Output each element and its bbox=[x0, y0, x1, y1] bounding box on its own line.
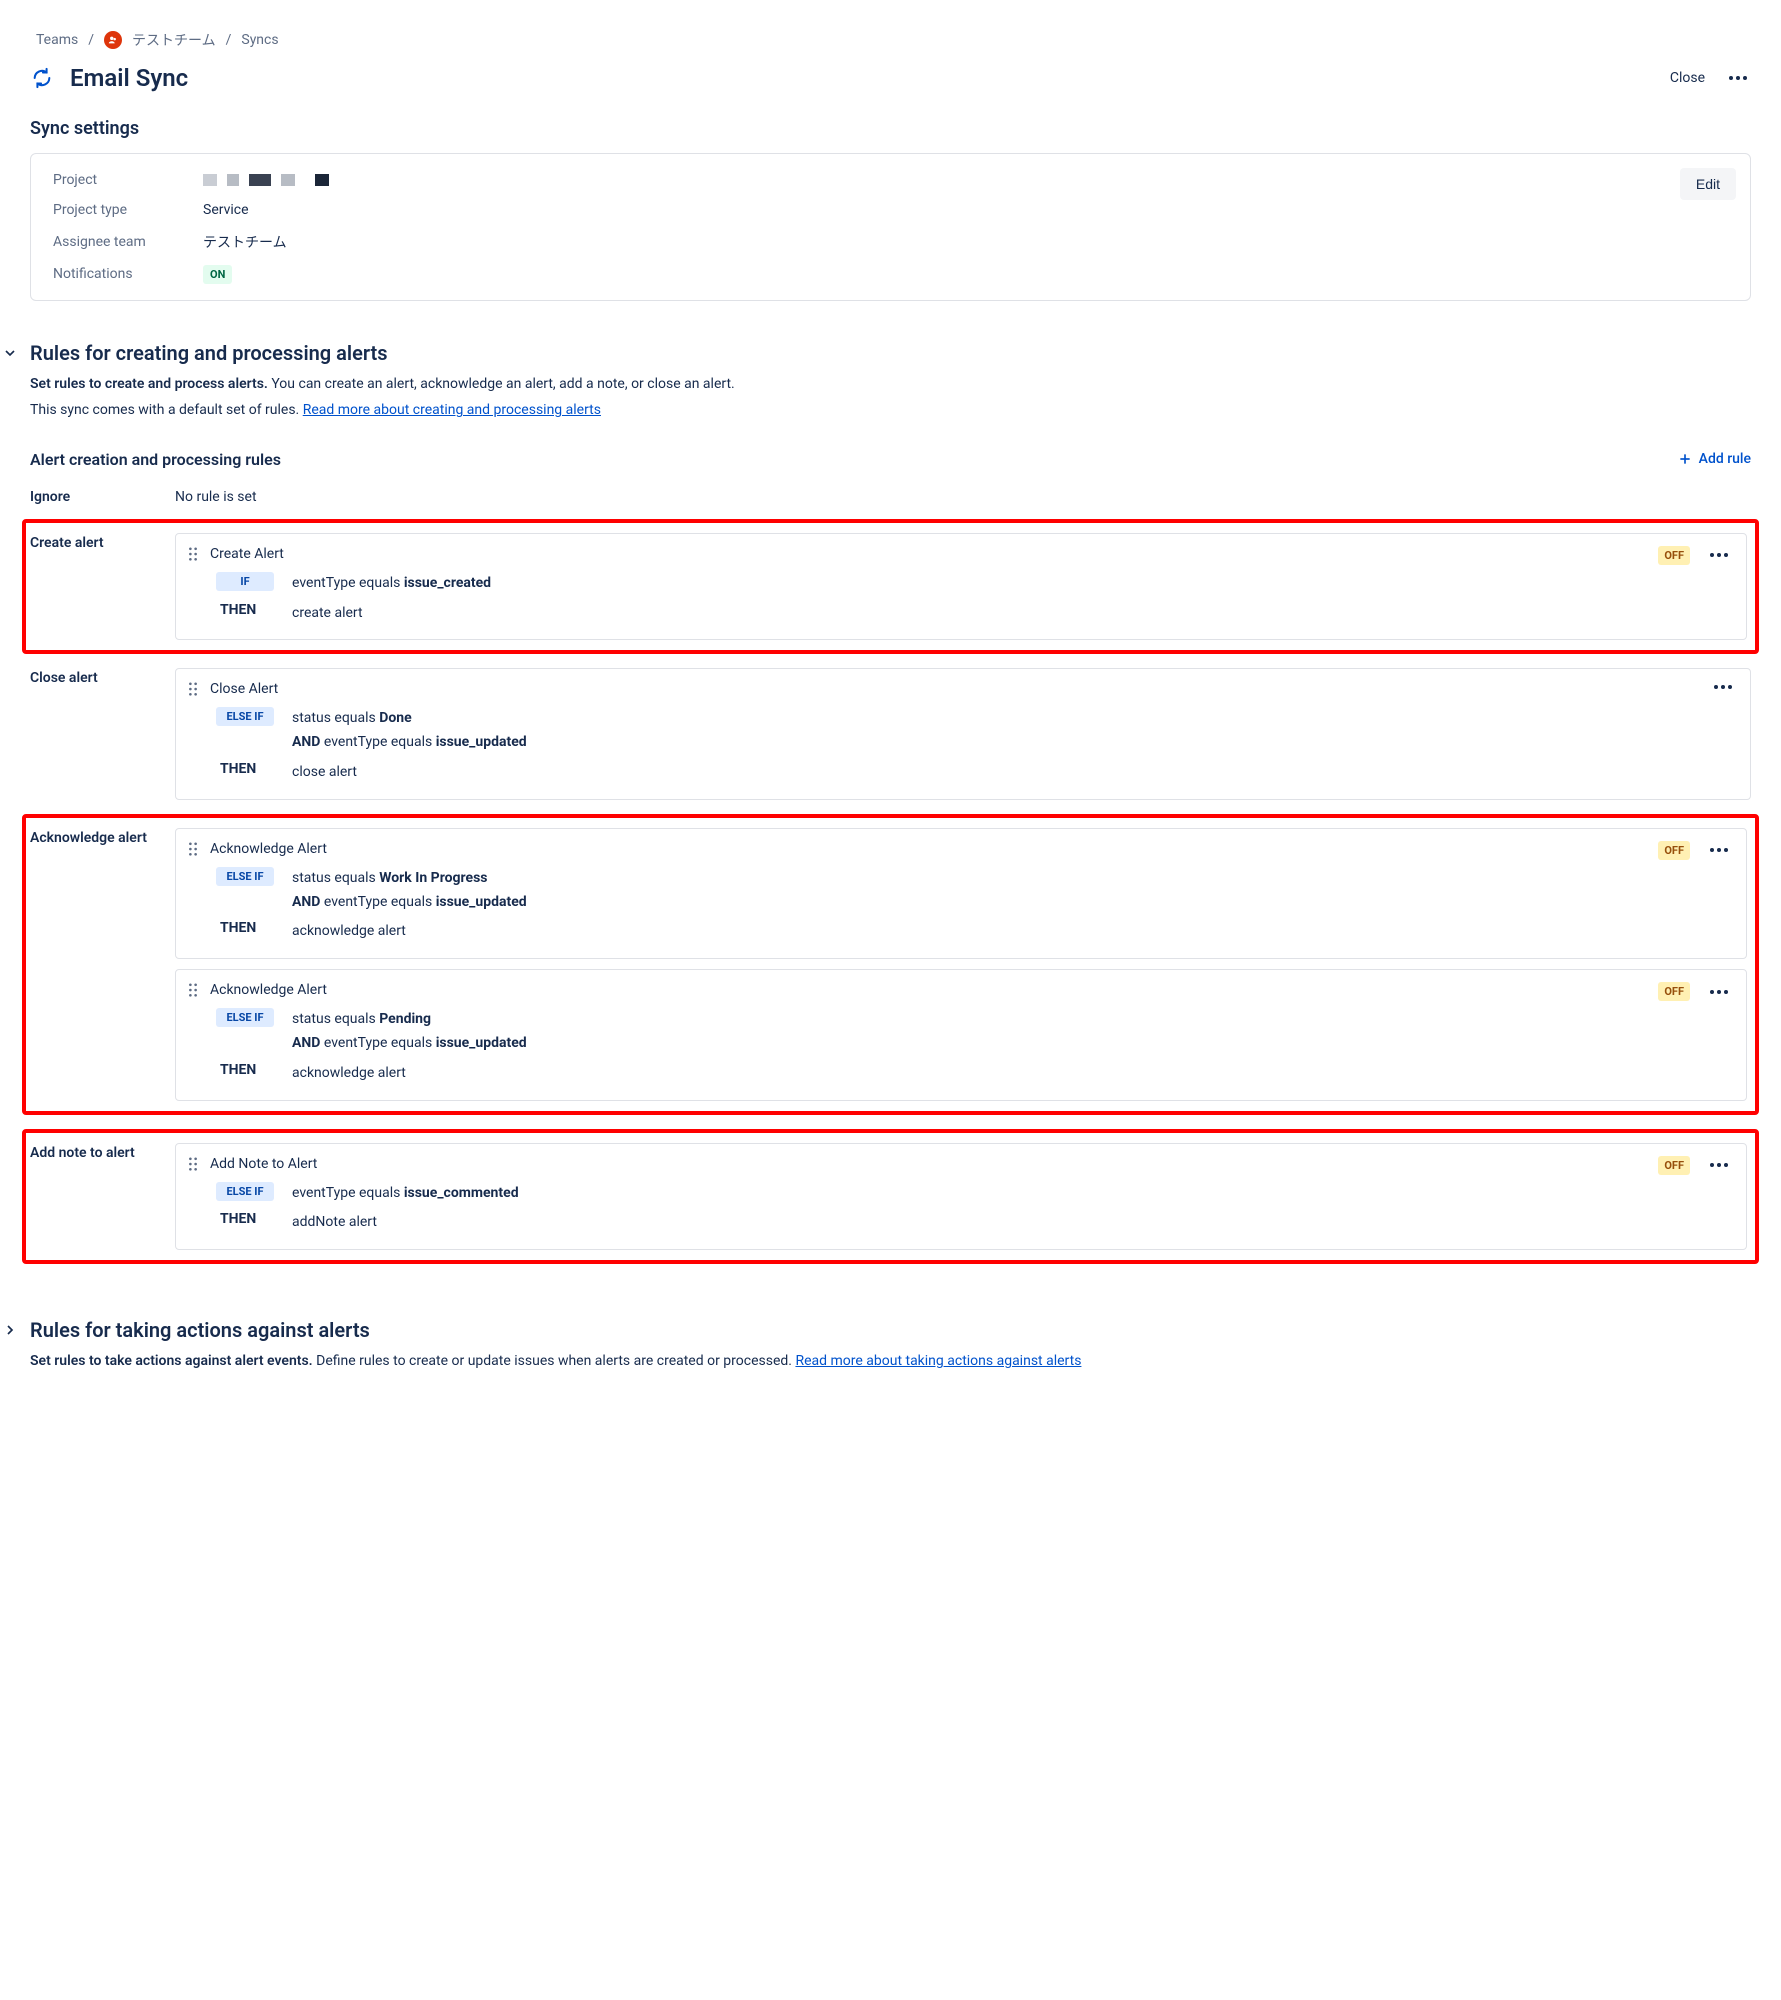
title-row: Email Sync Close bbox=[30, 64, 1751, 92]
if-tag: IF bbox=[216, 572, 274, 591]
settings-heading: Sync settings bbox=[30, 118, 1751, 139]
close-button[interactable]: Close bbox=[1670, 70, 1705, 86]
then-tag: THEN bbox=[216, 920, 274, 936]
off-badge: OFF bbox=[1658, 982, 1690, 1001]
ack-card-1[interactable]: OFF Acknowledge Alert ELSE IF status equ… bbox=[175, 828, 1747, 959]
off-badge: OFF bbox=[1658, 546, 1690, 565]
breadcrumb-sep: / bbox=[226, 32, 232, 48]
if-condition: eventType equals issue_created bbox=[292, 572, 491, 596]
elseif-tag: ELSE IF bbox=[216, 1182, 274, 1201]
assignee-value: テストチーム bbox=[203, 232, 287, 252]
actions-desc: Set rules to take actions against alert … bbox=[30, 1350, 1751, 1372]
elseif-tag: ELSE IF bbox=[216, 1008, 274, 1027]
actions-section: Rules for taking actions against alerts … bbox=[2, 1318, 1751, 1376]
ignore-value: No rule is set bbox=[175, 487, 257, 505]
create-alert-label: Create alert bbox=[30, 533, 175, 551]
note-highlight: Add note to alert OFF Add Note to Alert bbox=[22, 1129, 1759, 1265]
rule-name: Close Alert bbox=[210, 681, 278, 697]
read-more-link[interactable]: Read more about creating and processing … bbox=[303, 402, 601, 418]
rule-name: Create Alert bbox=[210, 546, 284, 562]
off-badge: OFF bbox=[1658, 1156, 1690, 1175]
project-type-label: Project type bbox=[53, 202, 203, 218]
actions-read-more-link[interactable]: Read more about taking actions against a… bbox=[795, 1353, 1081, 1369]
then-action: addNote alert bbox=[292, 1211, 377, 1235]
notifications-label: Notifications bbox=[53, 266, 203, 282]
more-actions-button[interactable] bbox=[1725, 72, 1751, 84]
elseif-tag: ELSE IF bbox=[216, 867, 274, 886]
drag-handle-icon[interactable] bbox=[188, 682, 198, 696]
sync-icon bbox=[30, 66, 54, 90]
drag-handle-icon[interactable] bbox=[188, 547, 198, 561]
create-alert-card[interactable]: OFF Create Alert IF eventType equals iss… bbox=[175, 533, 1747, 641]
page-title: Email Sync bbox=[70, 64, 188, 92]
breadcrumb-teams[interactable]: Teams bbox=[36, 32, 78, 48]
project-label: Project bbox=[53, 172, 203, 188]
team-badge-icon bbox=[104, 31, 122, 49]
note-label: Add note to alert bbox=[30, 1143, 175, 1161]
plus-icon bbox=[1677, 451, 1693, 467]
create-alert-highlight: Create alert OFF Create Alert IF bbox=[22, 519, 1759, 655]
breadcrumb-sep: / bbox=[88, 32, 94, 48]
then-action: close alert bbox=[292, 761, 357, 785]
subsection-title: Alert creation and processing rules bbox=[30, 450, 281, 469]
breadcrumb-team[interactable]: テストチーム bbox=[132, 30, 216, 50]
close-alert-label: Close alert bbox=[30, 668, 175, 686]
ack-highlight: Acknowledge alert OFF Acknowledge Alert bbox=[22, 814, 1759, 1115]
elseif-condition: eventType equals issue_commented bbox=[292, 1182, 519, 1206]
notifications-badge: ON bbox=[203, 265, 232, 284]
close-alert-row: Close alert Close Alert ELSE IF bbox=[30, 668, 1751, 799]
rules-desc-text: You can create an alert, acknowledge an … bbox=[268, 376, 735, 392]
actions-desc-text: Define rules to create or update issues … bbox=[313, 1353, 796, 1369]
breadcrumb-syncs[interactable]: Syncs bbox=[241, 32, 278, 48]
rule-more-button[interactable] bbox=[1706, 549, 1732, 561]
elseif-condition: status equals Pending AND eventType equa… bbox=[292, 1008, 527, 1056]
rule-name: Acknowledge Alert bbox=[210, 841, 327, 857]
rule-more-button[interactable] bbox=[1706, 986, 1732, 998]
rules-desc-bold: Set rules to create and process alerts. bbox=[30, 376, 268, 392]
elseif-condition: status equals Done AND eventType equals … bbox=[292, 707, 527, 755]
rule-more-button[interactable] bbox=[1710, 681, 1736, 693]
ignore-label: Ignore bbox=[30, 487, 175, 505]
then-action: create alert bbox=[292, 602, 363, 626]
then-tag: THEN bbox=[216, 602, 274, 618]
then-tag: THEN bbox=[216, 1062, 274, 1078]
rules-desc-line2: This sync comes with a default set of ru… bbox=[30, 402, 303, 418]
then-action: acknowledge alert bbox=[292, 1062, 406, 1086]
off-badge: OFF bbox=[1658, 841, 1690, 860]
rules-heading: Rules for creating and processing alerts bbox=[30, 341, 1751, 365]
drag-handle-icon[interactable] bbox=[188, 983, 198, 997]
close-alert-card[interactable]: Close Alert ELSE IF status equals Done A… bbox=[175, 668, 1751, 799]
rule-more-button[interactable] bbox=[1706, 844, 1732, 856]
project-value-redacted bbox=[203, 174, 329, 186]
add-rule-button[interactable]: Add rule bbox=[1677, 451, 1751, 467]
drag-handle-icon[interactable] bbox=[188, 842, 198, 856]
drag-handle-icon[interactable] bbox=[188, 1157, 198, 1171]
rule-name: Add Note to Alert bbox=[210, 1156, 317, 1172]
elseif-tag: ELSE IF bbox=[216, 707, 274, 726]
ack-label: Acknowledge alert bbox=[30, 828, 175, 846]
edit-button[interactable]: Edit bbox=[1680, 168, 1736, 200]
then-tag: THEN bbox=[216, 761, 274, 777]
project-type-value: Service bbox=[203, 202, 249, 218]
rules-desc-2: This sync comes with a default set of ru… bbox=[30, 399, 1751, 421]
rules-section: Rules for creating and processing alerts… bbox=[2, 341, 1751, 1278]
rules-desc: Set rules to create and process alerts. … bbox=[30, 373, 1751, 395]
add-rule-label: Add rule bbox=[1699, 451, 1751, 467]
ignore-row: Ignore No rule is set bbox=[30, 487, 1751, 505]
rule-name: Acknowledge Alert bbox=[210, 982, 327, 998]
chevron-down-icon[interactable] bbox=[2, 345, 18, 365]
settings-card: Edit Project Project type Service Assign… bbox=[30, 153, 1751, 301]
then-tag: THEN bbox=[216, 1211, 274, 1227]
note-card[interactable]: OFF Add Note to Alert ELSE IF eventType … bbox=[175, 1143, 1747, 1251]
then-action: acknowledge alert bbox=[292, 920, 406, 944]
actions-desc-bold: Set rules to take actions against alert … bbox=[30, 1353, 313, 1369]
chevron-right-icon[interactable] bbox=[2, 1322, 18, 1342]
assignee-label: Assignee team bbox=[53, 234, 203, 250]
ack-card-2[interactable]: OFF Acknowledge Alert ELSE IF status equ… bbox=[175, 969, 1747, 1100]
rule-more-button[interactable] bbox=[1706, 1159, 1732, 1171]
actions-heading: Rules for taking actions against alerts bbox=[30, 1318, 1751, 1342]
elseif-condition: status equals Work In Progress AND event… bbox=[292, 867, 527, 915]
breadcrumb: Teams / テストチーム / Syncs bbox=[36, 30, 1751, 50]
